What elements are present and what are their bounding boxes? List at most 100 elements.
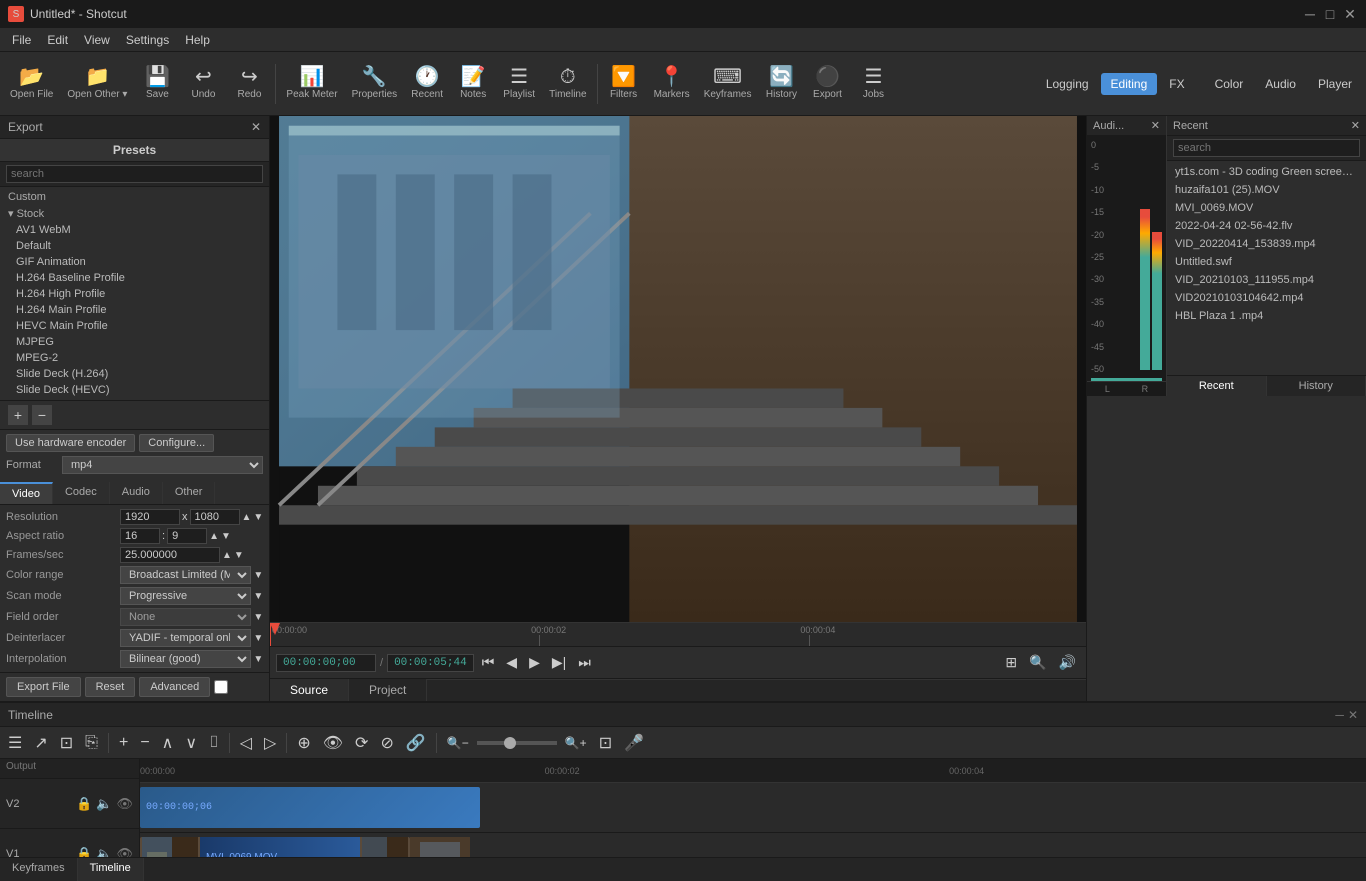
preset-item-mjpeg[interactable]: MJPEG <box>0 334 269 350</box>
resolution-width-input[interactable] <box>120 509 180 525</box>
tl-copy-button[interactable]: ⎘ <box>81 732 102 754</box>
tab-history[interactable]: History <box>1267 376 1366 396</box>
redo-button[interactable]: ↪ Redo <box>227 56 271 112</box>
track-mute-v1[interactable]: 🔈 <box>96 846 112 858</box>
tab-project[interactable]: Project <box>349 679 427 701</box>
tl-zoom-in[interactable]: 🔍+ <box>561 734 591 752</box>
tl-mic-button[interactable]: 🎤 <box>620 731 648 755</box>
clip-v1-thumb1[interactable] <box>140 837 200 857</box>
tl-fit-button[interactable]: ⊡ <box>595 731 616 755</box>
tl-prev-marker[interactable]: ◁ <box>236 731 256 755</box>
timeline-minimize-button[interactable]: ─ <box>1335 708 1344 722</box>
hw-encoder-button[interactable]: Use hardware encoder <box>6 434 135 452</box>
transport-next-frame[interactable]: ▶| <box>548 652 570 673</box>
preset-item-h264-high[interactable]: H.264 High Profile <box>0 286 269 302</box>
tl-attach-button[interactable]: 🔗 <box>402 731 430 755</box>
stock-preset-header[interactable]: ▾ Stock <box>0 205 269 222</box>
peak-meter-button[interactable]: 📊 Peak Meter <box>280 56 343 112</box>
custom-preset-header[interactable]: Custom <box>0 189 269 205</box>
transport-play-pause[interactable]: ▶ <box>525 652 544 673</box>
tab-codec[interactable]: Codec <box>53 482 110 504</box>
notes-button[interactable]: 📝 Notes <box>451 56 495 112</box>
recent-item-1[interactable]: yt1s.com - 3D coding Green screen video_… <box>1167 163 1366 181</box>
maximize-button[interactable]: □ <box>1322 6 1338 22</box>
interpolation-arrow[interactable]: ▼ <box>253 654 263 665</box>
track-lock-v2[interactable]: 🔒 <box>76 796 92 812</box>
tl-menu-button[interactable]: ☰ <box>4 731 26 755</box>
markers-button[interactable]: 📍 Markers <box>648 56 696 112</box>
filters-button[interactable]: 🔽 Filters <box>602 56 646 112</box>
recent-item-7[interactable]: VID_20210103_111955.mp4 <box>1167 271 1366 289</box>
add-preset-button[interactable]: + <box>8 405 28 425</box>
tab-keyframes-bottom[interactable]: Keyframes <box>0 858 78 881</box>
editing-mode-button[interactable]: Editing <box>1101 73 1158 95</box>
logging-mode-button[interactable]: Logging <box>1036 73 1099 95</box>
aspect-h-input[interactable] <box>167 528 207 544</box>
recent-item-4[interactable]: 2022-04-24 02-56-42.flv <box>1167 217 1366 235</box>
history-button[interactable]: 🔄 History <box>759 56 803 112</box>
timecode-current[interactable] <box>276 654 376 672</box>
export-button[interactable]: ⚫ Export <box>805 56 849 112</box>
properties-button[interactable]: 🔧 Properties <box>346 56 404 112</box>
track-hide-v2[interactable]: 👁 <box>116 796 133 812</box>
menu-edit[interactable]: Edit <box>39 31 76 49</box>
presets-search-input[interactable] <box>6 165 263 183</box>
deinterlacer-arrow[interactable]: ▼ <box>253 633 263 644</box>
preset-item-slide-h264[interactable]: Slide Deck (H.264) <box>0 366 269 382</box>
preset-item-av1[interactable]: AV1 WebM <box>0 222 269 238</box>
preset-item-hevc[interactable]: HEVC Main Profile <box>0 318 269 334</box>
resolution-height-input[interactable] <box>190 509 240 525</box>
export-file-button[interactable]: Export File <box>6 677 81 697</box>
export-checkbox[interactable] <box>214 680 228 694</box>
tl-zoom-out[interactable]: 🔍− <box>443 734 473 752</box>
transport-grid-btn[interactable]: ⊞ <box>1001 652 1021 673</box>
transport-volume-btn[interactable]: 🔊 <box>1055 652 1080 673</box>
scan-mode-arrow[interactable]: ▼ <box>253 591 263 602</box>
tab-other[interactable]: Other <box>163 482 216 504</box>
aspect-arrow-up[interactable]: ▲ <box>209 531 219 542</box>
recent-item-5[interactable]: VID_20220414_153839.mp4 <box>1167 235 1366 253</box>
remove-preset-button[interactable]: − <box>32 405 52 425</box>
tl-ripple-button[interactable]: ⊡ <box>56 731 77 755</box>
track-mute-v2[interactable]: 🔈 <box>96 796 112 812</box>
open-file-button[interactable]: 📂 Open File <box>4 56 59 112</box>
deinterlacer-select[interactable]: YADIF - temporal only (good) <box>120 629 251 647</box>
advanced-button[interactable]: Advanced <box>139 677 210 697</box>
field-order-select[interactable]: None <box>120 608 251 626</box>
color-sub-button[interactable]: Color <box>1205 73 1254 95</box>
close-button[interactable]: ✕ <box>1342 6 1358 22</box>
recent-item-9[interactable]: HBL Plaza 1 .mp4 <box>1167 307 1366 325</box>
timeline-button[interactable]: ⏱ Timeline <box>543 56 592 112</box>
recent-item-6[interactable]: Untitled.swf <box>1167 253 1366 271</box>
tab-timeline-bottom[interactable]: Timeline <box>78 858 144 881</box>
frames-input[interactable] <box>120 547 220 563</box>
player-sub-button[interactable]: Player <box>1308 73 1362 95</box>
preset-item-h264-main[interactable]: H.264 Main Profile <box>0 302 269 318</box>
open-other-button[interactable]: 📁 Open Other ▾ <box>61 56 133 112</box>
save-button[interactable]: 💾 Save <box>135 56 179 112</box>
undo-button[interactable]: ↩ Undo <box>181 56 225 112</box>
recent-button[interactable]: 🕐 Recent <box>405 56 449 112</box>
tl-remove-button[interactable]: − <box>136 732 153 754</box>
transport-prev-frame[interactable]: ◀ <box>502 652 521 673</box>
recent-item-3[interactable]: MVI_0069.MOV <box>1167 199 1366 217</box>
scan-mode-select[interactable]: Progressive <box>120 587 251 605</box>
tl-add-button[interactable]: + <box>115 732 132 754</box>
interpolation-select[interactable]: Bilinear (good) <box>120 650 251 668</box>
tl-scrub-button[interactable]: 👁 <box>319 731 347 755</box>
preset-item-default[interactable]: Default <box>0 238 269 254</box>
clip-v2[interactable]: 00:00:00;06 <box>140 787 480 828</box>
preset-item-slide-hevc[interactable]: Slide Deck (HEVC) <box>0 382 269 398</box>
clip-v1-thumb3[interactable] <box>410 837 470 857</box>
color-range-select[interactable]: Broadcast Limited (MPEG) <box>120 566 251 584</box>
res-arrow-down[interactable]: ▼ <box>253 512 263 523</box>
transport-to-end[interactable]: ⏭ <box>574 652 595 673</box>
field-order-arrow[interactable]: ▼ <box>253 612 263 623</box>
color-range-arrow[interactable]: ▼ <box>253 570 263 581</box>
titlebar-controls[interactable]: ─ □ ✕ <box>1302 6 1358 22</box>
tl-ripple-all[interactable]: ⊘ <box>376 731 397 755</box>
audio-sub-button[interactable]: Audio <box>1255 73 1306 95</box>
menu-file[interactable]: File <box>4 31 39 49</box>
reset-button[interactable]: Reset <box>85 677 136 697</box>
format-select[interactable]: mp4 <box>62 456 263 474</box>
